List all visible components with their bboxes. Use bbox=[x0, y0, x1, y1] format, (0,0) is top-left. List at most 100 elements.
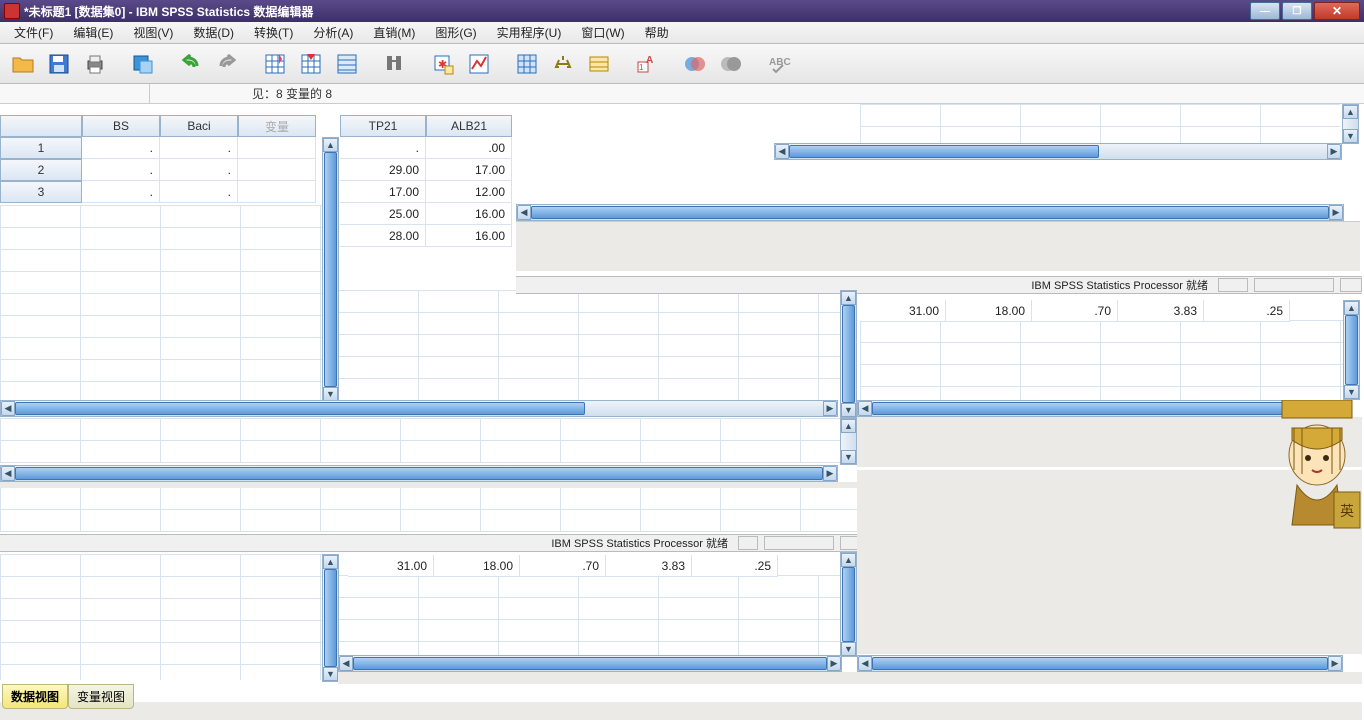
scroll-right-icon[interactable]: ▶ bbox=[1327, 144, 1341, 159]
data-cell[interactable]: 17.00 bbox=[340, 181, 426, 203]
data-cell[interactable]: . bbox=[82, 137, 160, 159]
menu-graphs[interactable]: 图形(G) bbox=[425, 22, 486, 43]
vertical-scrollbar[interactable]: ▲▼ bbox=[322, 554, 339, 682]
scroll-left-icon[interactable]: ◀ bbox=[339, 656, 353, 671]
value-labels-icon[interactable] bbox=[546, 48, 580, 80]
col-header[interactable]: BS bbox=[82, 115, 160, 137]
scroll-left-icon[interactable]: ◀ bbox=[858, 656, 872, 671]
vertical-scrollbar[interactable]: ▲▼ bbox=[1342, 104, 1359, 144]
scroll-right-icon[interactable]: ▶ bbox=[823, 401, 837, 416]
row-header[interactable]: 1 bbox=[0, 137, 82, 159]
scroll-up-icon[interactable]: ▲ bbox=[841, 291, 856, 305]
split-file-icon[interactable]: ✱ bbox=[426, 48, 460, 80]
scroll-up-icon[interactable]: ▲ bbox=[323, 555, 338, 569]
scroll-right-icon[interactable]: ▶ bbox=[823, 466, 837, 481]
menu-direct[interactable]: 直销(M) bbox=[363, 22, 425, 43]
data-cell[interactable]: . bbox=[160, 137, 238, 159]
vertical-scrollbar[interactable]: ▲▼ bbox=[840, 552, 857, 657]
spellcheck-icon[interactable]: ABC bbox=[762, 48, 796, 80]
show-all-icon[interactable]: 1A bbox=[630, 48, 664, 80]
col-header-empty[interactable]: 变量 bbox=[238, 115, 316, 137]
scroll-down-icon[interactable]: ▼ bbox=[323, 667, 338, 681]
scroll-left-icon[interactable]: ◀ bbox=[1, 401, 15, 416]
horizontal-scrollbar[interactable]: ◀▶ bbox=[516, 204, 1344, 221]
menu-transform[interactable]: 转换(T) bbox=[244, 22, 303, 43]
weight-cases-icon[interactable] bbox=[462, 48, 496, 80]
mascot-icon[interactable]: 英 bbox=[1272, 400, 1362, 535]
menu-analyze[interactable]: 分析(A) bbox=[303, 22, 363, 43]
data-cell[interactable]: . bbox=[82, 159, 160, 181]
data-cell[interactable]: 3.83 bbox=[606, 555, 692, 577]
data-cell[interactable]: 18.00 bbox=[946, 300, 1032, 322]
goto-var-icon[interactable] bbox=[294, 48, 328, 80]
recall-dialog-icon[interactable] bbox=[126, 48, 160, 80]
scroll-down-icon[interactable]: ▼ bbox=[841, 403, 856, 417]
vertical-scrollbar[interactable]: ▲▼ bbox=[840, 290, 857, 418]
menu-util[interactable]: 实用程序(U) bbox=[487, 22, 572, 43]
horizontal-scrollbar[interactable]: ◀▶ bbox=[857, 655, 1343, 672]
minimize-button[interactable]: — bbox=[1250, 2, 1280, 20]
redo-icon[interactable] bbox=[210, 48, 244, 80]
scroll-right-icon[interactable]: ▶ bbox=[827, 656, 841, 671]
vertical-scrollbar[interactable]: ▲▼ bbox=[840, 418, 857, 465]
data-cell[interactable] bbox=[238, 181, 316, 203]
data-cell[interactable]: 12.00 bbox=[426, 181, 512, 203]
scroll-down-icon[interactable]: ▼ bbox=[323, 387, 338, 401]
data-cell[interactable]: . bbox=[340, 137, 426, 159]
scroll-down-icon[interactable]: ▼ bbox=[1344, 385, 1359, 399]
vertical-scrollbar[interactable]: ▲▼ bbox=[322, 137, 339, 402]
data-cell[interactable]: 28.00 bbox=[340, 225, 426, 247]
scroll-down-icon[interactable]: ▼ bbox=[841, 642, 856, 656]
circles2-icon[interactable] bbox=[714, 48, 748, 80]
undo-icon[interactable] bbox=[174, 48, 208, 80]
print-icon[interactable] bbox=[78, 48, 112, 80]
goto-case-icon[interactable] bbox=[258, 48, 292, 80]
data-cell[interactable]: 3.83 bbox=[1118, 300, 1204, 322]
menu-window[interactable]: 窗口(W) bbox=[571, 22, 634, 43]
row-header[interactable]: 3 bbox=[0, 181, 82, 203]
col-header[interactable]: TP21 bbox=[340, 115, 426, 137]
data-cell[interactable]: 16.00 bbox=[426, 203, 512, 225]
data-cell[interactable]: 16.00 bbox=[426, 225, 512, 247]
scroll-down-icon[interactable]: ▼ bbox=[1343, 129, 1358, 143]
horizontal-scrollbar[interactable]: ◀▶ bbox=[338, 655, 842, 672]
scroll-left-icon[interactable]: ◀ bbox=[1, 466, 15, 481]
col-header[interactable]: Baci bbox=[160, 115, 238, 137]
find-icon[interactable] bbox=[378, 48, 412, 80]
circles1-icon[interactable] bbox=[678, 48, 712, 80]
horizontal-scrollbar[interactable]: ◀▶ bbox=[0, 400, 838, 417]
data-cell[interactable]: .25 bbox=[692, 555, 778, 577]
menu-data[interactable]: 数据(D) bbox=[183, 22, 244, 43]
data-cell[interactable]: 31.00 bbox=[348, 555, 434, 577]
col-header[interactable]: ALB21 bbox=[426, 115, 512, 137]
data-cell[interactable]: . bbox=[82, 181, 160, 203]
scroll-left-icon[interactable]: ◀ bbox=[517, 205, 531, 220]
use-sets-icon[interactable] bbox=[582, 48, 616, 80]
scroll-up-icon[interactable]: ▲ bbox=[841, 553, 856, 567]
select-cases-icon[interactable] bbox=[510, 48, 544, 80]
tab-data-view[interactable]: 数据视图 bbox=[2, 684, 68, 709]
variables-icon[interactable] bbox=[330, 48, 364, 80]
data-cell[interactable]: 18.00 bbox=[434, 555, 520, 577]
data-cell[interactable]: 31.00 bbox=[860, 300, 946, 322]
data-cell[interactable]: 17.00 bbox=[426, 159, 512, 181]
horizontal-scrollbar[interactable]: ◀▶ bbox=[0, 465, 838, 482]
scroll-down-icon[interactable]: ▼ bbox=[841, 450, 856, 464]
vertical-scrollbar[interactable]: ▲▼ bbox=[1343, 300, 1360, 400]
data-cell[interactable]: 25.00 bbox=[340, 203, 426, 225]
data-cell[interactable]: .70 bbox=[1032, 300, 1118, 322]
menu-file[interactable]: 文件(F) bbox=[4, 22, 63, 43]
data-cell[interactable]: . bbox=[160, 181, 238, 203]
row-header[interactable]: 2 bbox=[0, 159, 82, 181]
data-cell[interactable] bbox=[238, 137, 316, 159]
menu-view[interactable]: 视图(V) bbox=[123, 22, 183, 43]
scroll-up-icon[interactable]: ▲ bbox=[323, 138, 338, 152]
data-cell[interactable]: .00 bbox=[426, 137, 512, 159]
save-icon[interactable] bbox=[42, 48, 76, 80]
scroll-left-icon[interactable]: ◀ bbox=[775, 144, 789, 159]
scroll-up-icon[interactable]: ▲ bbox=[1343, 105, 1358, 119]
data-cell[interactable]: 29.00 bbox=[340, 159, 426, 181]
tab-variable-view[interactable]: 变量视图 bbox=[68, 684, 134, 709]
menu-help[interactable]: 帮助 bbox=[635, 22, 679, 43]
horizontal-scrollbar[interactable]: ◀▶ bbox=[857, 400, 1343, 417]
